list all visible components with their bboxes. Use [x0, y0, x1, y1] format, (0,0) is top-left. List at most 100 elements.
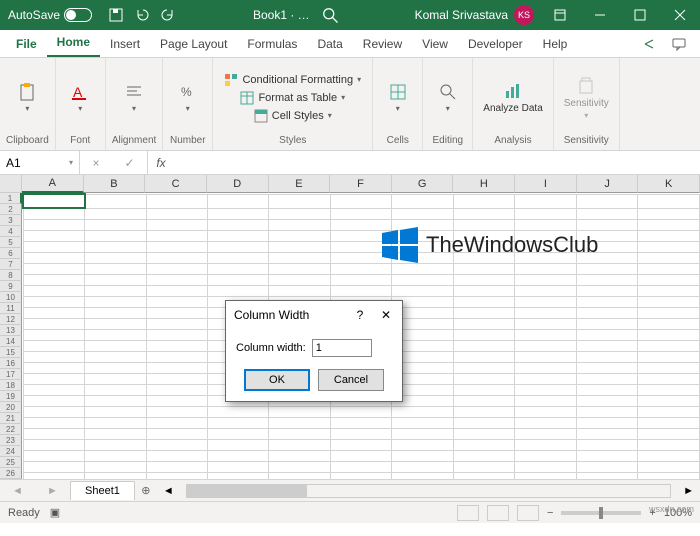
cell[interactable] [576, 428, 637, 439]
dialog-close-icon[interactable]: ✕ [378, 308, 394, 322]
cell[interactable] [269, 194, 330, 208]
cell[interactable] [515, 351, 576, 362]
cell[interactable] [330, 439, 391, 450]
column-header-J[interactable]: J [577, 175, 639, 193]
cell[interactable] [85, 428, 147, 439]
comments-icon[interactable] [664, 31, 694, 57]
search-icon[interactable] [320, 7, 340, 23]
cell[interactable] [23, 318, 85, 329]
clipboard-button[interactable]: ▾ [13, 80, 41, 115]
cell[interactable] [269, 450, 330, 461]
cell[interactable] [515, 384, 576, 395]
cell-styles-button[interactable]: Cell Styles▾ [252, 108, 334, 124]
row-header-21[interactable]: 21 [0, 413, 22, 424]
cell[interactable] [269, 252, 330, 263]
analyze-data-button[interactable]: Analyze Data [479, 79, 546, 116]
cell[interactable] [576, 395, 637, 406]
tab-review[interactable]: Review [353, 31, 412, 57]
cell[interactable] [146, 439, 207, 450]
cell[interactable] [207, 219, 268, 230]
zoom-slider[interactable] [561, 511, 641, 515]
cell[interactable] [638, 450, 700, 461]
cell[interactable] [146, 373, 207, 384]
tab-data[interactable]: Data [307, 31, 352, 57]
tab-file[interactable]: File [6, 31, 47, 57]
cell[interactable] [453, 194, 514, 208]
row-header-7[interactable]: 7 [0, 259, 22, 270]
tab-formulas[interactable]: Formulas [237, 31, 307, 57]
cell[interactable] [146, 194, 207, 208]
column-header-E[interactable]: E [269, 175, 331, 193]
cell[interactable] [638, 194, 700, 208]
cell[interactable] [330, 285, 391, 296]
cell[interactable] [146, 450, 207, 461]
view-normal-icon[interactable] [457, 505, 479, 521]
cell[interactable] [146, 219, 207, 230]
cell[interactable] [207, 263, 268, 274]
cell[interactable] [269, 472, 330, 479]
cell[interactable] [330, 472, 391, 479]
cell[interactable] [146, 263, 207, 274]
cell[interactable] [515, 194, 576, 208]
cell[interactable] [330, 406, 391, 417]
cell[interactable] [515, 406, 576, 417]
cell[interactable] [576, 472, 637, 479]
cell[interactable] [453, 340, 514, 351]
cell[interactable] [453, 285, 514, 296]
cell[interactable] [85, 241, 147, 252]
row-header-26[interactable]: 26 [0, 468, 22, 479]
cell[interactable] [515, 373, 576, 384]
column-header-B[interactable]: B [84, 175, 146, 193]
cell[interactable] [85, 296, 147, 307]
column-header-F[interactable]: F [330, 175, 392, 193]
cell[interactable] [269, 406, 330, 417]
cell[interactable] [576, 274, 637, 285]
row-header-11[interactable]: 11 [0, 303, 22, 314]
cell[interactable] [638, 274, 700, 285]
cell[interactable] [453, 417, 514, 428]
cell[interactable] [453, 351, 514, 362]
cell[interactable] [515, 318, 576, 329]
cell[interactable] [453, 395, 514, 406]
undo-icon[interactable] [134, 7, 150, 23]
redo-icon[interactable] [160, 7, 176, 23]
cell[interactable] [269, 241, 330, 252]
cell[interactable] [576, 307, 637, 318]
cell[interactable] [515, 395, 576, 406]
cell[interactable] [23, 307, 85, 318]
cell[interactable] [330, 428, 391, 439]
cell[interactable] [23, 285, 85, 296]
row-header-24[interactable]: 24 [0, 446, 22, 457]
cell[interactable] [576, 285, 637, 296]
cell[interactable] [85, 219, 147, 230]
cell[interactable] [330, 450, 391, 461]
cell[interactable] [146, 329, 207, 340]
cell[interactable] [85, 450, 147, 461]
cell[interactable] [23, 252, 85, 263]
toggle-off-icon[interactable] [64, 8, 92, 22]
cell[interactable] [269, 461, 330, 472]
cell[interactable] [23, 219, 85, 230]
cell[interactable] [23, 450, 85, 461]
cell[interactable] [515, 307, 576, 318]
cell[interactable] [576, 329, 637, 340]
enter-formula-icon[interactable]: ✓ [124, 156, 134, 170]
maximize-icon[interactable] [620, 0, 660, 30]
cell[interactable] [453, 329, 514, 340]
cell[interactable] [85, 351, 147, 362]
cell[interactable] [515, 285, 576, 296]
cell[interactable] [23, 428, 85, 439]
cell[interactable] [392, 194, 453, 208]
cell[interactable] [515, 208, 576, 219]
cell[interactable] [330, 461, 391, 472]
row-header-2[interactable]: 2 [0, 204, 22, 215]
cell[interactable] [23, 461, 85, 472]
cell[interactable] [638, 461, 700, 472]
conditional-formatting-button[interactable]: Conditional Formatting▾ [222, 72, 363, 88]
cell[interactable] [576, 194, 637, 208]
cell[interactable] [392, 285, 453, 296]
cell[interactable] [207, 274, 268, 285]
cell[interactable] [453, 362, 514, 373]
cell[interactable] [23, 472, 85, 479]
sheet-next-icon[interactable]: ► [47, 485, 58, 497]
